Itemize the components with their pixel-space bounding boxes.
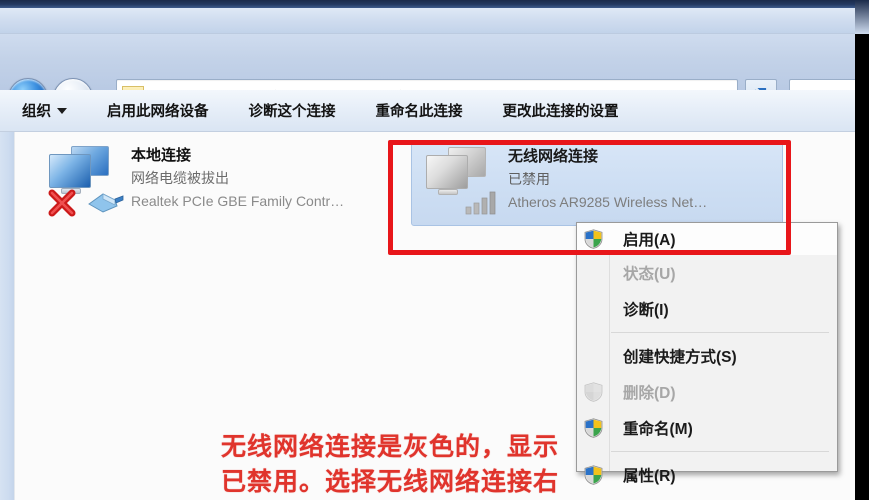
rename-connection-button[interactable]: 重命名此连接 (376, 100, 463, 121)
diagnose-connection-button[interactable]: 诊断这个连接 (249, 100, 336, 121)
menu-item-properties[interactable]: 属性(R) (577, 457, 837, 493)
left-rail (0, 132, 14, 500)
menu-item-diagnose[interactable]: 诊断(I) (577, 291, 837, 327)
chevron-down-icon (57, 107, 67, 114)
connection-device: Atheros AR9285 Wireless Net… (508, 193, 708, 210)
connection-status: 已禁用 (508, 171, 550, 188)
context-menu: 启用(A) 状态(U) 诊断(I) 创建快捷方式(S) 删除(D) 重命名(M)… (576, 222, 838, 485)
menu-item-label: 删除(D) (623, 385, 676, 402)
menu-item-label: 诊断(I) (623, 302, 669, 319)
connection-device: Realtek PCIe GBE Family Contr… (131, 192, 345, 209)
title-bar (0, 8, 869, 34)
change-settings-button[interactable]: 更改此连接的设置 (503, 100, 619, 121)
window-root: ▶ 控制面板 ▶ 网络和 Internet ▶ 网络连接 ▶ 搜索 网 组织 (0, 0, 869, 500)
signal-bars-icon (465, 191, 496, 215)
shield-icon (584, 229, 603, 249)
connection-item-local[interactable]: 本地连接 网络电缆被拔出 Realtek PCIe GBE Family Con… (35, 140, 407, 226)
connection-name: 本地连接 (131, 147, 192, 164)
shield-icon (584, 382, 603, 402)
menu-item-delete: 删除(D) (577, 374, 837, 410)
menu-item-label: 状态(U) (623, 266, 676, 283)
menu-item-status: 状态(U) (577, 255, 837, 291)
connection-status: 网络电缆被拔出 (131, 170, 229, 187)
menu-item-label: 启用(A) (623, 232, 676, 249)
network-connection-icon (39, 142, 131, 222)
menu-separator (611, 332, 829, 333)
shield-icon (584, 418, 603, 438)
menu-item-create-shortcut[interactable]: 创建快捷方式(S) (577, 338, 837, 374)
right-black-edge (855, 0, 869, 500)
shield-icon (584, 465, 603, 485)
connection-item-wireless[interactable]: 无线网络连接 已禁用 Atheros AR9285 Wireless Net… (411, 140, 783, 226)
menu-item-label: 创建快捷方式(S) (623, 349, 737, 366)
menu-item-enable[interactable]: 启用(A) (577, 223, 837, 255)
wireless-connection-icon (416, 143, 508, 223)
annotation-text: 无线网络连接是灰色的，显示已禁用。选择无线网络连接右击启用就好 (221, 432, 560, 496)
menu-item-rename[interactable]: 重命名(M) (577, 410, 837, 446)
menu-item-label: 属性(R) (623, 468, 676, 485)
right-edge-top (855, 0, 869, 34)
enable-device-button[interactable]: 启用此网络设备 (107, 100, 209, 121)
cable-plug-icon (88, 193, 124, 213)
organize-menu-button[interactable]: 组织 (22, 100, 67, 121)
command-bar: 组织 启用此网络设备 诊断这个连接 重命名此连接 更改此连接的设置 (0, 90, 869, 132)
red-x-icon (48, 189, 76, 217)
menu-item-label: 重命名(M) (623, 421, 693, 438)
connection-name: 无线网络连接 (508, 148, 599, 165)
organize-label: 组织 (22, 104, 51, 120)
window-top-edge (0, 0, 869, 8)
navigation-bar: ▶ 控制面板 ▶ 网络和 Internet ▶ 网络连接 ▶ 搜索 网 (0, 34, 869, 118)
menu-separator (611, 451, 829, 452)
